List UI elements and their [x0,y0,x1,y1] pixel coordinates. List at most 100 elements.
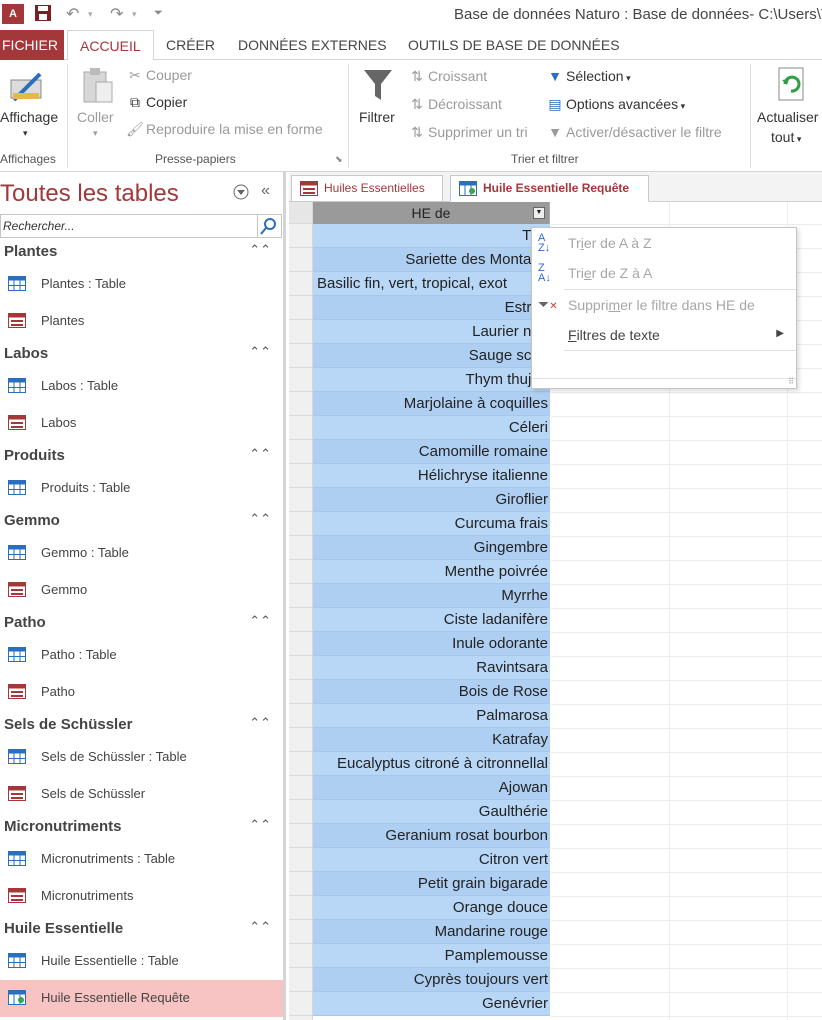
coller-dropdown-icon[interactable]: ▾ [93,128,98,139]
record-selector[interactable] [289,704,312,728]
record-selector[interactable] [289,632,312,656]
nav-item[interactable]: Micronutriments [0,878,283,915]
record-selector[interactable] [289,656,312,680]
table-row[interactable]: Orange douce [313,896,550,920]
doc-tab-huile-essentielle-requete[interactable]: Huile Essentielle Requête [450,175,649,202]
resize-grip-icon[interactable]: ⠿ [788,377,794,386]
collapse-group-icon[interactable]: ⌃⌃ [249,511,271,527]
nav-search-input[interactable] [1,215,251,237]
collapse-group-icon[interactable]: ⌃⌃ [249,919,271,935]
activer-filtre-button[interactable]: ▼ Activer/désactiver le filtre [546,124,722,140]
record-selector[interactable] [289,896,312,920]
table-row[interactable]: Eucalyptus citroné à citronnellal [313,752,550,776]
redo-icon[interactable]: ↷ [110,4,123,24]
table-row[interactable]: Estrag [313,296,550,320]
record-selector[interactable] [289,560,312,584]
table-row[interactable]: Gingembre [313,536,550,560]
table-row[interactable]: Gaulthérie [313,800,550,824]
tab-outils-bdd[interactable]: OUTILS DE BASE DE DONNÉES [396,30,632,60]
table-row[interactable]: Ciste ladanifère [313,608,550,632]
nav-group-header[interactable]: Sels de Schüssler ⌃⌃ [0,711,283,739]
table-row[interactable]: Cyprès toujours vert [313,968,550,992]
select-all-corner[interactable] [289,202,312,224]
table-row[interactable]: Myrrhe [313,584,550,608]
table-row[interactable]: Hélichryse italienne [313,464,550,488]
menu-text-filters[interactable]: Filtres de texte ▶ [532,320,796,350]
column-header-he-de[interactable]: HE de ▼ [313,202,550,224]
tab-fichier[interactable]: FICHIER [0,30,64,60]
access-app-icon[interactable]: A [2,4,24,24]
table-row[interactable]: Katrafay [313,728,550,752]
nav-item[interactable]: Huile Essentielle : Table [0,943,283,980]
collapse-group-icon[interactable]: ⌃⌃ [249,715,271,731]
nav-pane-title[interactable]: Toutes les tables [0,180,179,208]
table-row[interactable]: Menthe poivrée [313,560,550,584]
table-row[interactable]: Ravintsara [313,656,550,680]
coller-button[interactable]: Coller [77,109,114,125]
table-row[interactable]: Sariette des Montagn [313,248,550,272]
supprimer-tri-button[interactable]: ⇅ Supprimer un tri [408,124,527,141]
table-row[interactable]: Ajowan [313,776,550,800]
croissant-button[interactable]: ⇅ Croissant [408,68,487,85]
record-selector[interactable] [289,344,312,368]
record-selector[interactable] [289,824,312,848]
search-icon[interactable] [257,215,281,237]
table-row[interactable]: Giroflier [313,488,550,512]
nav-item[interactable]: Micronutriments : Table [0,841,283,878]
collapse-group-icon[interactable]: ⌃⌃ [249,242,271,258]
menu-sort-a-z[interactable]: A Z↓ Trier de A à Z [532,228,796,258]
filter-icon[interactable] [362,68,394,107]
couper-button[interactable]: ✂ Couper [126,67,192,84]
record-selector[interactable] [289,992,312,1016]
table-row[interactable]: Inule odorante [313,632,550,656]
dialog-launcher-icon[interactable]: ⬊ [335,154,343,165]
record-selector[interactable] [289,848,312,872]
table-row[interactable]: Marjolaine à coquilles [313,392,550,416]
table-row[interactable]: Curcuma frais [313,512,550,536]
record-selector[interactable] [289,944,312,968]
doc-tab-huiles-essentielles[interactable]: Huiles Essentielles [291,175,443,202]
record-selector[interactable] [289,464,312,488]
table-row[interactable]: Thu [313,224,550,248]
table-row[interactable]: Laurier nob [313,320,550,344]
record-selector[interactable] [289,248,312,272]
customize-qat-icon[interactable]: ⏷ [154,7,163,20]
record-selector[interactable] [289,728,312,752]
nav-group-header[interactable]: Micronutriments ⌃⌃ [0,813,283,841]
nav-item[interactable]: Plantes [0,303,283,340]
actualiser-tout-label[interactable]: tout ▾ [771,129,801,145]
record-selector[interactable] [289,224,312,248]
tab-accueil[interactable]: ACCUEIL [67,30,154,61]
table-row[interactable]: Céleri [313,416,550,440]
table-row[interactable]: Geranium rosat bourbon [313,824,550,848]
selection-button[interactable]: ▼ Sélection ▾ [546,68,631,84]
table-row[interactable]: Palmarosa [313,704,550,728]
menu-clear-filter[interactable]: ⏷✕ Supprimer le filtre dans HE de [532,290,796,320]
record-selector[interactable] [289,488,312,512]
nav-item[interactable]: Huile Essentielle Requête [0,980,283,1017]
record-selector[interactable] [289,272,312,296]
nav-item[interactable]: Gemmo : Table [0,535,283,572]
nav-menu-icon[interactable] [233,184,249,203]
record-selector[interactable] [289,392,312,416]
decroissant-button[interactable]: ⇅ Décroissant [408,96,502,113]
table-row[interactable]: Thym thujan [313,368,550,392]
nav-group-header[interactable]: Labos ⌃⌃ [0,340,283,368]
collapse-pane-icon[interactable]: « [261,182,270,200]
record-selector[interactable] [289,416,312,440]
collapse-group-icon[interactable]: ⌃⌃ [249,344,271,360]
nav-item[interactable]: Patho [0,674,283,711]
copier-button[interactable]: ⧉ Copier [126,94,187,111]
record-selector[interactable] [289,776,312,800]
refresh-all-icon[interactable] [776,66,806,107]
record-selector[interactable] [289,536,312,560]
nav-group-header[interactable]: Produits ⌃⌃ [0,442,283,470]
record-selector[interactable] [289,608,312,632]
table-row[interactable]: Bois de Rose [313,680,550,704]
nav-item[interactable]: Sels de Schüssler : Table [0,739,283,776]
nav-item[interactable]: Produits : Table [0,470,283,507]
record-selector[interactable] [289,920,312,944]
reproduire-button[interactable]: 🖌 Reproduire la mise en forme [126,121,323,138]
collapse-group-icon[interactable]: ⌃⌃ [249,613,271,629]
tab-donnees-externes[interactable]: DONNÉES EXTERNES [226,30,399,60]
